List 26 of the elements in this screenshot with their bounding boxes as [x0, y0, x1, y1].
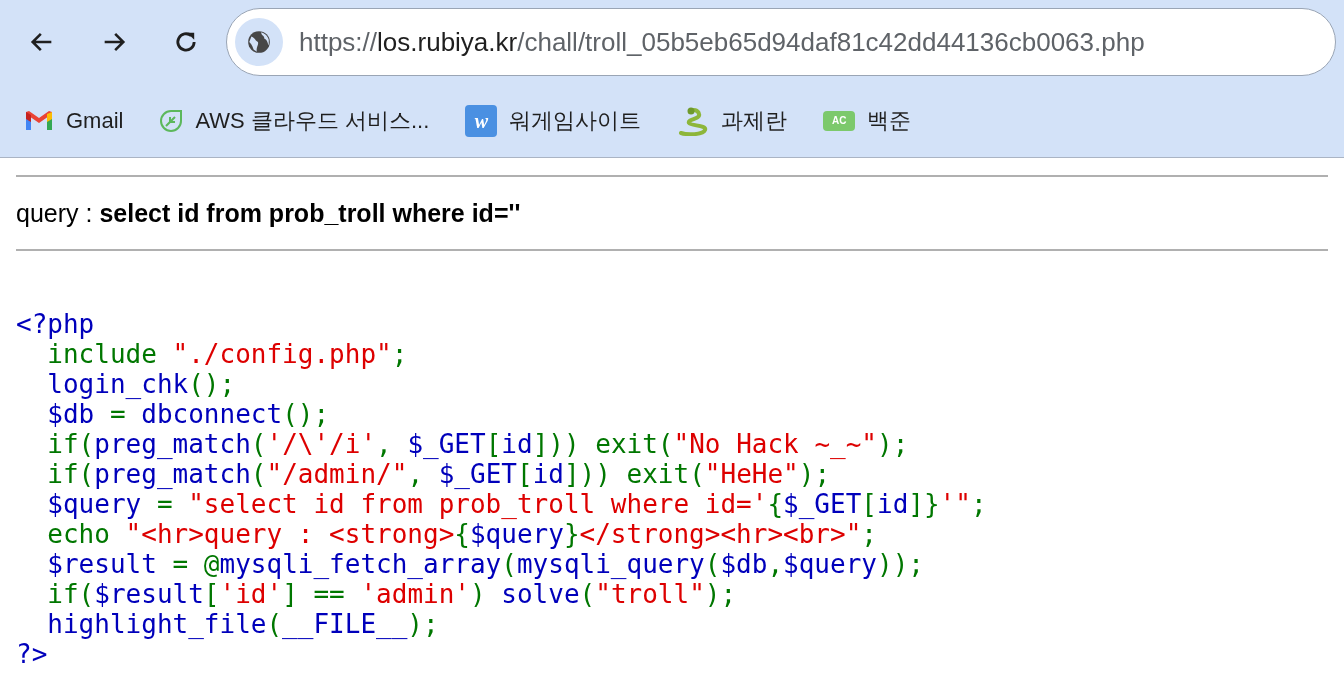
- bookmark-item[interactable]: AC 백준: [823, 104, 912, 137]
- address-bar[interactable]: https://los.rubiya.kr/chall/troll_05b5eb65d94daf81c42dd44136cb0063.php: [226, 8, 1336, 76]
- code-line: login_chk();: [46, 369, 236, 399]
- code-line: echo "<hr>query : <strong>{$query}</strong><hr><br>";: [46, 519, 877, 549]
- query-text: query : select id from prob_troll where id='': [16, 198, 522, 229]
- leaf-icon: [159, 108, 184, 133]
- bookmark-item[interactable]: w 워게임사이트: [465, 104, 642, 137]
- code-line: $result = @mysqli_fetch_array(mysqli_query($db,$query));: [46, 549, 924, 579]
- bookmark-item[interactable]: Gmail: [24, 104, 124, 137]
- url-text: https://los.rubiya.kr/chall/troll_05b5eb65d94daf81c42dd44136cb0063.php: [299, 25, 1145, 59]
- mail-icon: [24, 109, 54, 132]
- code-line: <?php: [16, 309, 95, 339]
- code-line: if(preg_match('/\'/i', $_GET[id])) exit("No Hack ~_~");: [46, 429, 909, 459]
- code-line: if(preg_match("/admin/", $_GET[id])) exit("HeHe");: [46, 459, 831, 489]
- code-line: highlight_file(__FILE__);: [46, 609, 439, 639]
- code-line: $db = dbconnect();: [46, 399, 330, 429]
- snake-icon: [677, 105, 710, 136]
- code-line: ?>: [16, 639, 48, 669]
- code-line: include "./config.php";: [46, 339, 408, 369]
- code-line: if($result['id'] == 'admin') solve("troll");: [46, 579, 737, 609]
- bookmark-item[interactable]: AWS 클라우드 서비스...: [159, 104, 430, 137]
- bookmark-item[interactable]: 과제란: [677, 104, 788, 137]
- code-line: $query = "select id from prob_troll where id='{$_GET[id]}'";: [46, 489, 987, 519]
- bookmark-logo: w: [465, 104, 498, 137]
- globe-icon[interactable]: [235, 18, 283, 66]
- bookmark-logo: AC: [823, 110, 856, 131]
